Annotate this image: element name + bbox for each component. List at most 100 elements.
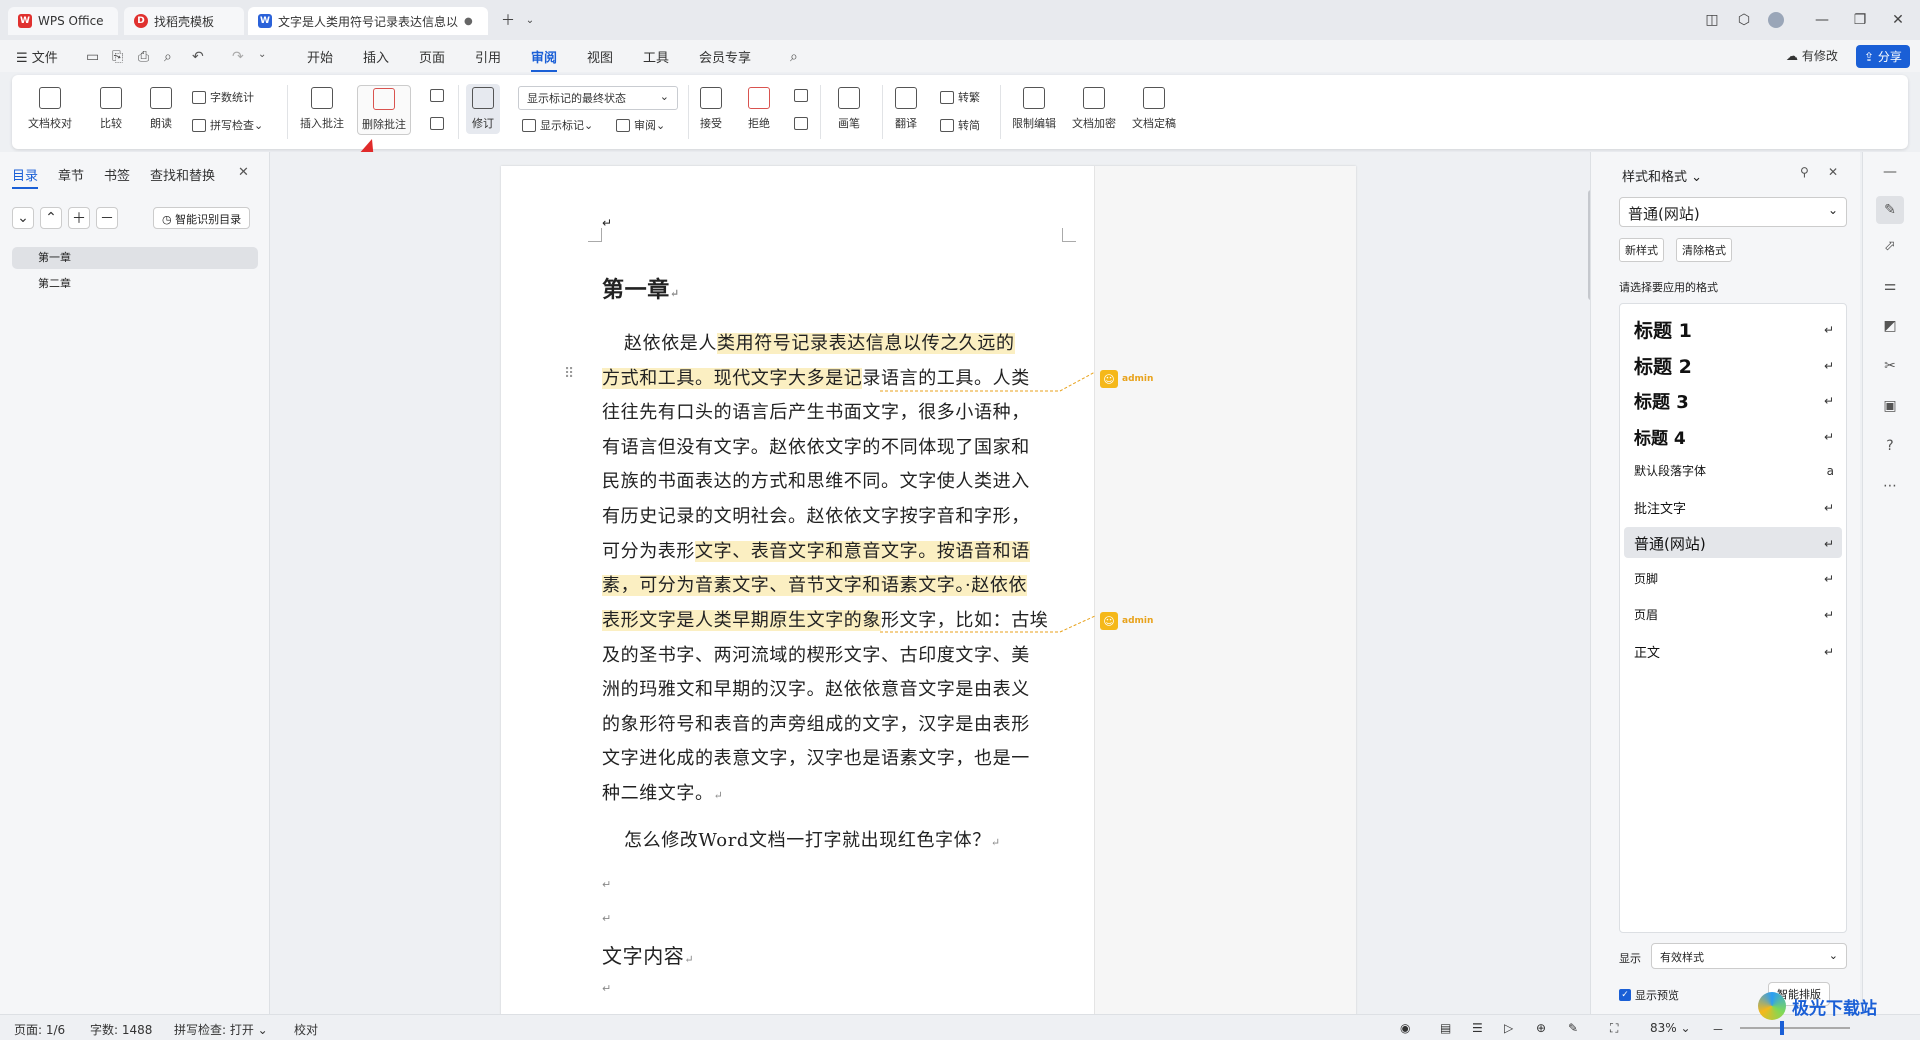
word-count-button[interactable]: 字数统计 — [192, 89, 254, 105]
cube-icon[interactable]: ⬡ — [1732, 10, 1756, 30]
menu-insert[interactable]: 插入 — [363, 47, 389, 66]
close-pane-icon[interactable]: ✕ — [238, 165, 249, 180]
show-preview-checkbox[interactable]: ✓ 显示预览 — [1619, 987, 1679, 1003]
to-simplified-button[interactable]: 转简 — [940, 117, 980, 133]
close-icon[interactable]: ✕ — [1828, 165, 1838, 179]
smart-toc-button[interactable]: ◷ 智能识别目录 — [153, 207, 251, 229]
play-icon[interactable]: ▷ — [1504, 1021, 1513, 1035]
read-aloud-button[interactable]: 朗读 — [150, 87, 172, 131]
compare-button[interactable]: 比较 — [100, 87, 122, 131]
tools-icon[interactable]: ✂ — [1880, 356, 1900, 376]
outline-view-icon[interactable]: ☰ — [1472, 1021, 1483, 1035]
select-icon[interactable]: ⬀ — [1880, 236, 1900, 256]
tab-toc[interactable]: 目录 — [12, 165, 39, 189]
zoom-out-icon[interactable]: － — [1712, 1021, 1724, 1038]
doc-line[interactable]: 的象形符号和表音的声旁组成的文字，汉字是由表形 — [602, 710, 1062, 736]
document-icon[interactable]: ▣ — [1880, 396, 1900, 416]
shape-icon[interactable]: ◩ — [1880, 316, 1900, 336]
restrict-edit-button[interactable]: 限制编辑 — [1012, 87, 1056, 131]
toc-item[interactable]: 第二章 — [12, 273, 258, 295]
style-item[interactable]: 标题 4 ↵ — [1634, 424, 1834, 449]
fit-page-icon[interactable]: ⛶ — [1610, 1021, 1618, 1036]
zoom-value[interactable]: 83% ⌄ — [1650, 1021, 1691, 1035]
tab-document[interactable]: W 文字是人类用符号记录表达信息以 ● — [248, 7, 488, 35]
delete-comment-button[interactable]: 删除批注 — [357, 85, 411, 135]
doc-line[interactable]: 文字进化成的表意文字，汉字也是语素文字，也是一 — [602, 744, 1062, 770]
help-icon[interactable]: ? — [1880, 436, 1900, 456]
comment-balloon[interactable]: ☺ admin — [1100, 370, 1153, 388]
add-icon[interactable]: ＋ — [68, 207, 90, 229]
close-icon[interactable]: ✕ — [1886, 10, 1910, 30]
more-icon[interactable]: ⋯ — [1880, 476, 1900, 496]
menu-page[interactable]: 页面 — [419, 47, 445, 66]
pen-icon[interactable]: ✎ — [1568, 1021, 1578, 1035]
unsaved-dot-icon[interactable]: ● — [464, 16, 473, 27]
menu-references[interactable]: 引用 — [475, 47, 501, 66]
tab-list-chevron-icon[interactable]: ⌄ — [518, 10, 542, 30]
doc-line[interactable]: 洲的玛雅文和早期的汉字。赵依依意音文字是由表义 — [602, 675, 1062, 701]
share-button[interactable]: ⇪ 分享 — [1856, 45, 1910, 68]
doc-line[interactable]: 种二维文字。↵ — [602, 779, 1062, 805]
page-indicator[interactable]: 页面: 1/6 — [14, 1021, 65, 1038]
encrypt-button[interactable]: 文档加密 — [1072, 87, 1116, 131]
menu-tools[interactable]: 工具 — [643, 47, 669, 66]
clear-format-button[interactable]: 清除格式 — [1676, 238, 1732, 262]
style-item[interactable]: 标题 3 ↵ — [1634, 388, 1834, 414]
doc-line[interactable]: 赵依依是人类用符号记录表达信息以传之久远的 — [624, 329, 1084, 355]
chapter-heading[interactable]: 第一章↵ — [602, 272, 1062, 304]
style-item[interactable]: 页脚 ↵ — [1634, 570, 1834, 587]
reject-button[interactable]: 拒绝 — [748, 87, 770, 131]
translate-button[interactable]: 翻译 — [895, 87, 917, 131]
pin-icon[interactable]: ⚲ — [1800, 165, 1809, 179]
redo-icon[interactable]: ↷ — [232, 49, 244, 65]
review-pane-button[interactable]: 审阅 ⌄ — [616, 117, 665, 133]
tab-sections[interactable]: 章节 — [58, 165, 84, 184]
collapse-icon[interactable]: ⌄ — [12, 207, 34, 229]
style-item[interactable]: 标题 1 ↵ — [1634, 316, 1834, 343]
finalize-button[interactable]: 文档定稿 — [1132, 87, 1176, 131]
menu-view[interactable]: 视图 — [587, 47, 613, 66]
toc-item[interactable]: 第一章 — [12, 247, 258, 269]
new-style-button[interactable]: 新样式 — [1619, 238, 1664, 262]
prev-comment-button[interactable] — [430, 89, 448, 102]
style-item[interactable]: 正文 ↵ — [1634, 642, 1834, 662]
tab-wps-office[interactable]: W WPS Office — [8, 7, 118, 35]
save-icon[interactable]: ▭ — [86, 49, 99, 65]
tab-docer[interactable]: D 找稻壳模板 — [124, 7, 244, 35]
layout-icon[interactable]: ◫ — [1700, 10, 1724, 30]
search-icon[interactable]: ⌕ — [790, 49, 798, 65]
style-item[interactable]: 默认段落字体 a — [1634, 462, 1834, 479]
accept-button[interactable]: 接受 — [700, 87, 722, 131]
style-format-icon[interactable]: ✎ — [1876, 196, 1904, 224]
prev-change-button[interactable] — [794, 89, 812, 102]
remove-icon[interactable]: － — [96, 207, 118, 229]
styles-pane-title[interactable]: 样式和格式 ⌄ — [1622, 166, 1702, 185]
to-traditional-button[interactable]: 转繁 — [940, 89, 980, 105]
tab-find-replace[interactable]: 查找和替换 — [150, 165, 215, 184]
undo-icon[interactable]: ↶ — [192, 49, 204, 65]
spell-check-button[interactable]: 拼写检查 ⌄ — [192, 117, 263, 133]
show-filter-select[interactable]: 有效样式 ⌄ — [1651, 943, 1847, 969]
page-view-icon[interactable]: ▤ — [1440, 1021, 1451, 1035]
style-item[interactable]: 批注文字 ↵ — [1634, 498, 1834, 518]
comment-balloon[interactable]: ☺ admin — [1100, 612, 1153, 630]
doc-line[interactable]: 及的圣书字、两河流域的楔形文字、古印度文字、美 — [602, 641, 1062, 667]
next-change-button[interactable] — [794, 117, 812, 130]
current-style-select[interactable]: 普通(网站) ⌄ — [1619, 197, 1847, 227]
menu-home[interactable]: 开始 — [307, 47, 333, 66]
minimize-icon[interactable]: — — [1810, 10, 1834, 30]
doc-proof-button[interactable]: 文档校对 — [28, 87, 72, 131]
tab-bookmarks[interactable]: 书签 — [104, 165, 130, 184]
show-markup-button[interactable]: 显示标记 ⌄ — [522, 117, 593, 133]
spell-check-status[interactable]: 拼写检查: 打开 ⌄ — [174, 1021, 268, 1038]
ink-button[interactable]: 画笔 — [838, 87, 860, 131]
zoom-slider[interactable] — [1740, 1027, 1850, 1029]
menu-review[interactable]: 审阅 — [531, 47, 558, 72]
avatar[interactable] — [1764, 10, 1788, 30]
menu-member[interactable]: 会员专享 — [699, 47, 751, 66]
has-changes-button[interactable]: ☁ 有修改 — [1786, 47, 1838, 64]
markup-mode-select[interactable]: 显示标记的最终状态 ⌄ — [518, 86, 678, 110]
properties-icon[interactable]: ⚌ — [1880, 276, 1900, 296]
word-count[interactable]: 字数: 1488 — [90, 1021, 152, 1038]
collapse-pane-icon[interactable]: — — [1880, 162, 1900, 182]
